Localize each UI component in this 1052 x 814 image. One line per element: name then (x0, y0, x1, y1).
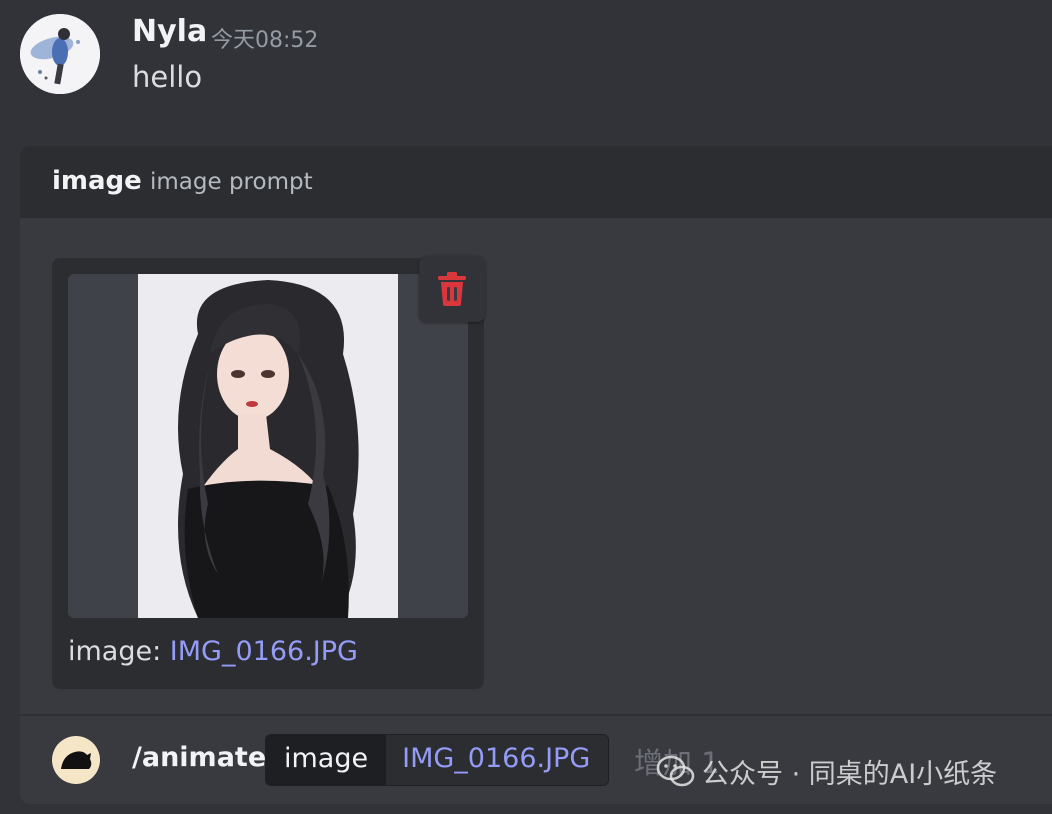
username[interactable]: Nyla (132, 14, 207, 49)
delete-attachment-button[interactable] (419, 256, 485, 322)
slash-command-panel: image image prompt image: IMG_0166.JPG /… (20, 146, 1052, 804)
attachment-card: image: IMG_0166.JPG (52, 258, 484, 689)
avatar-illustration (20, 14, 100, 94)
slash-command-name: /animate (132, 742, 267, 773)
command-option-description: image prompt (150, 169, 313, 195)
option-pill-value: IMG_0166.JPG (386, 735, 609, 785)
watermark-text: 公众号 · 同桌的AI小纸条 (702, 759, 998, 790)
attachment-preview[interactable] (68, 274, 468, 618)
attachment-label: image: (68, 636, 162, 667)
command-option-name: image (52, 166, 142, 196)
command-header: image image prompt (20, 146, 1052, 218)
wechat-icon (656, 755, 695, 786)
user-avatar[interactable] (20, 14, 100, 94)
watermark: 公众号 · 同桌的AI小纸条 (656, 752, 997, 791)
option-pill-name: image (266, 735, 387, 785)
trash-icon (438, 272, 466, 306)
attachment-image (138, 274, 398, 618)
message-text: hello (132, 60, 203, 94)
command-option-pill[interactable]: image IMG_0166.JPG (265, 734, 610, 786)
bot-avatar-icon (52, 736, 100, 784)
message-timestamp: 今天08:52 (211, 28, 319, 53)
chat-message: Nyla 今天08:52 hello (0, 0, 1052, 120)
attachment-filename[interactable]: IMG_0166.JPG (170, 636, 358, 667)
attachment-caption: image: IMG_0166.JPG (68, 636, 358, 667)
